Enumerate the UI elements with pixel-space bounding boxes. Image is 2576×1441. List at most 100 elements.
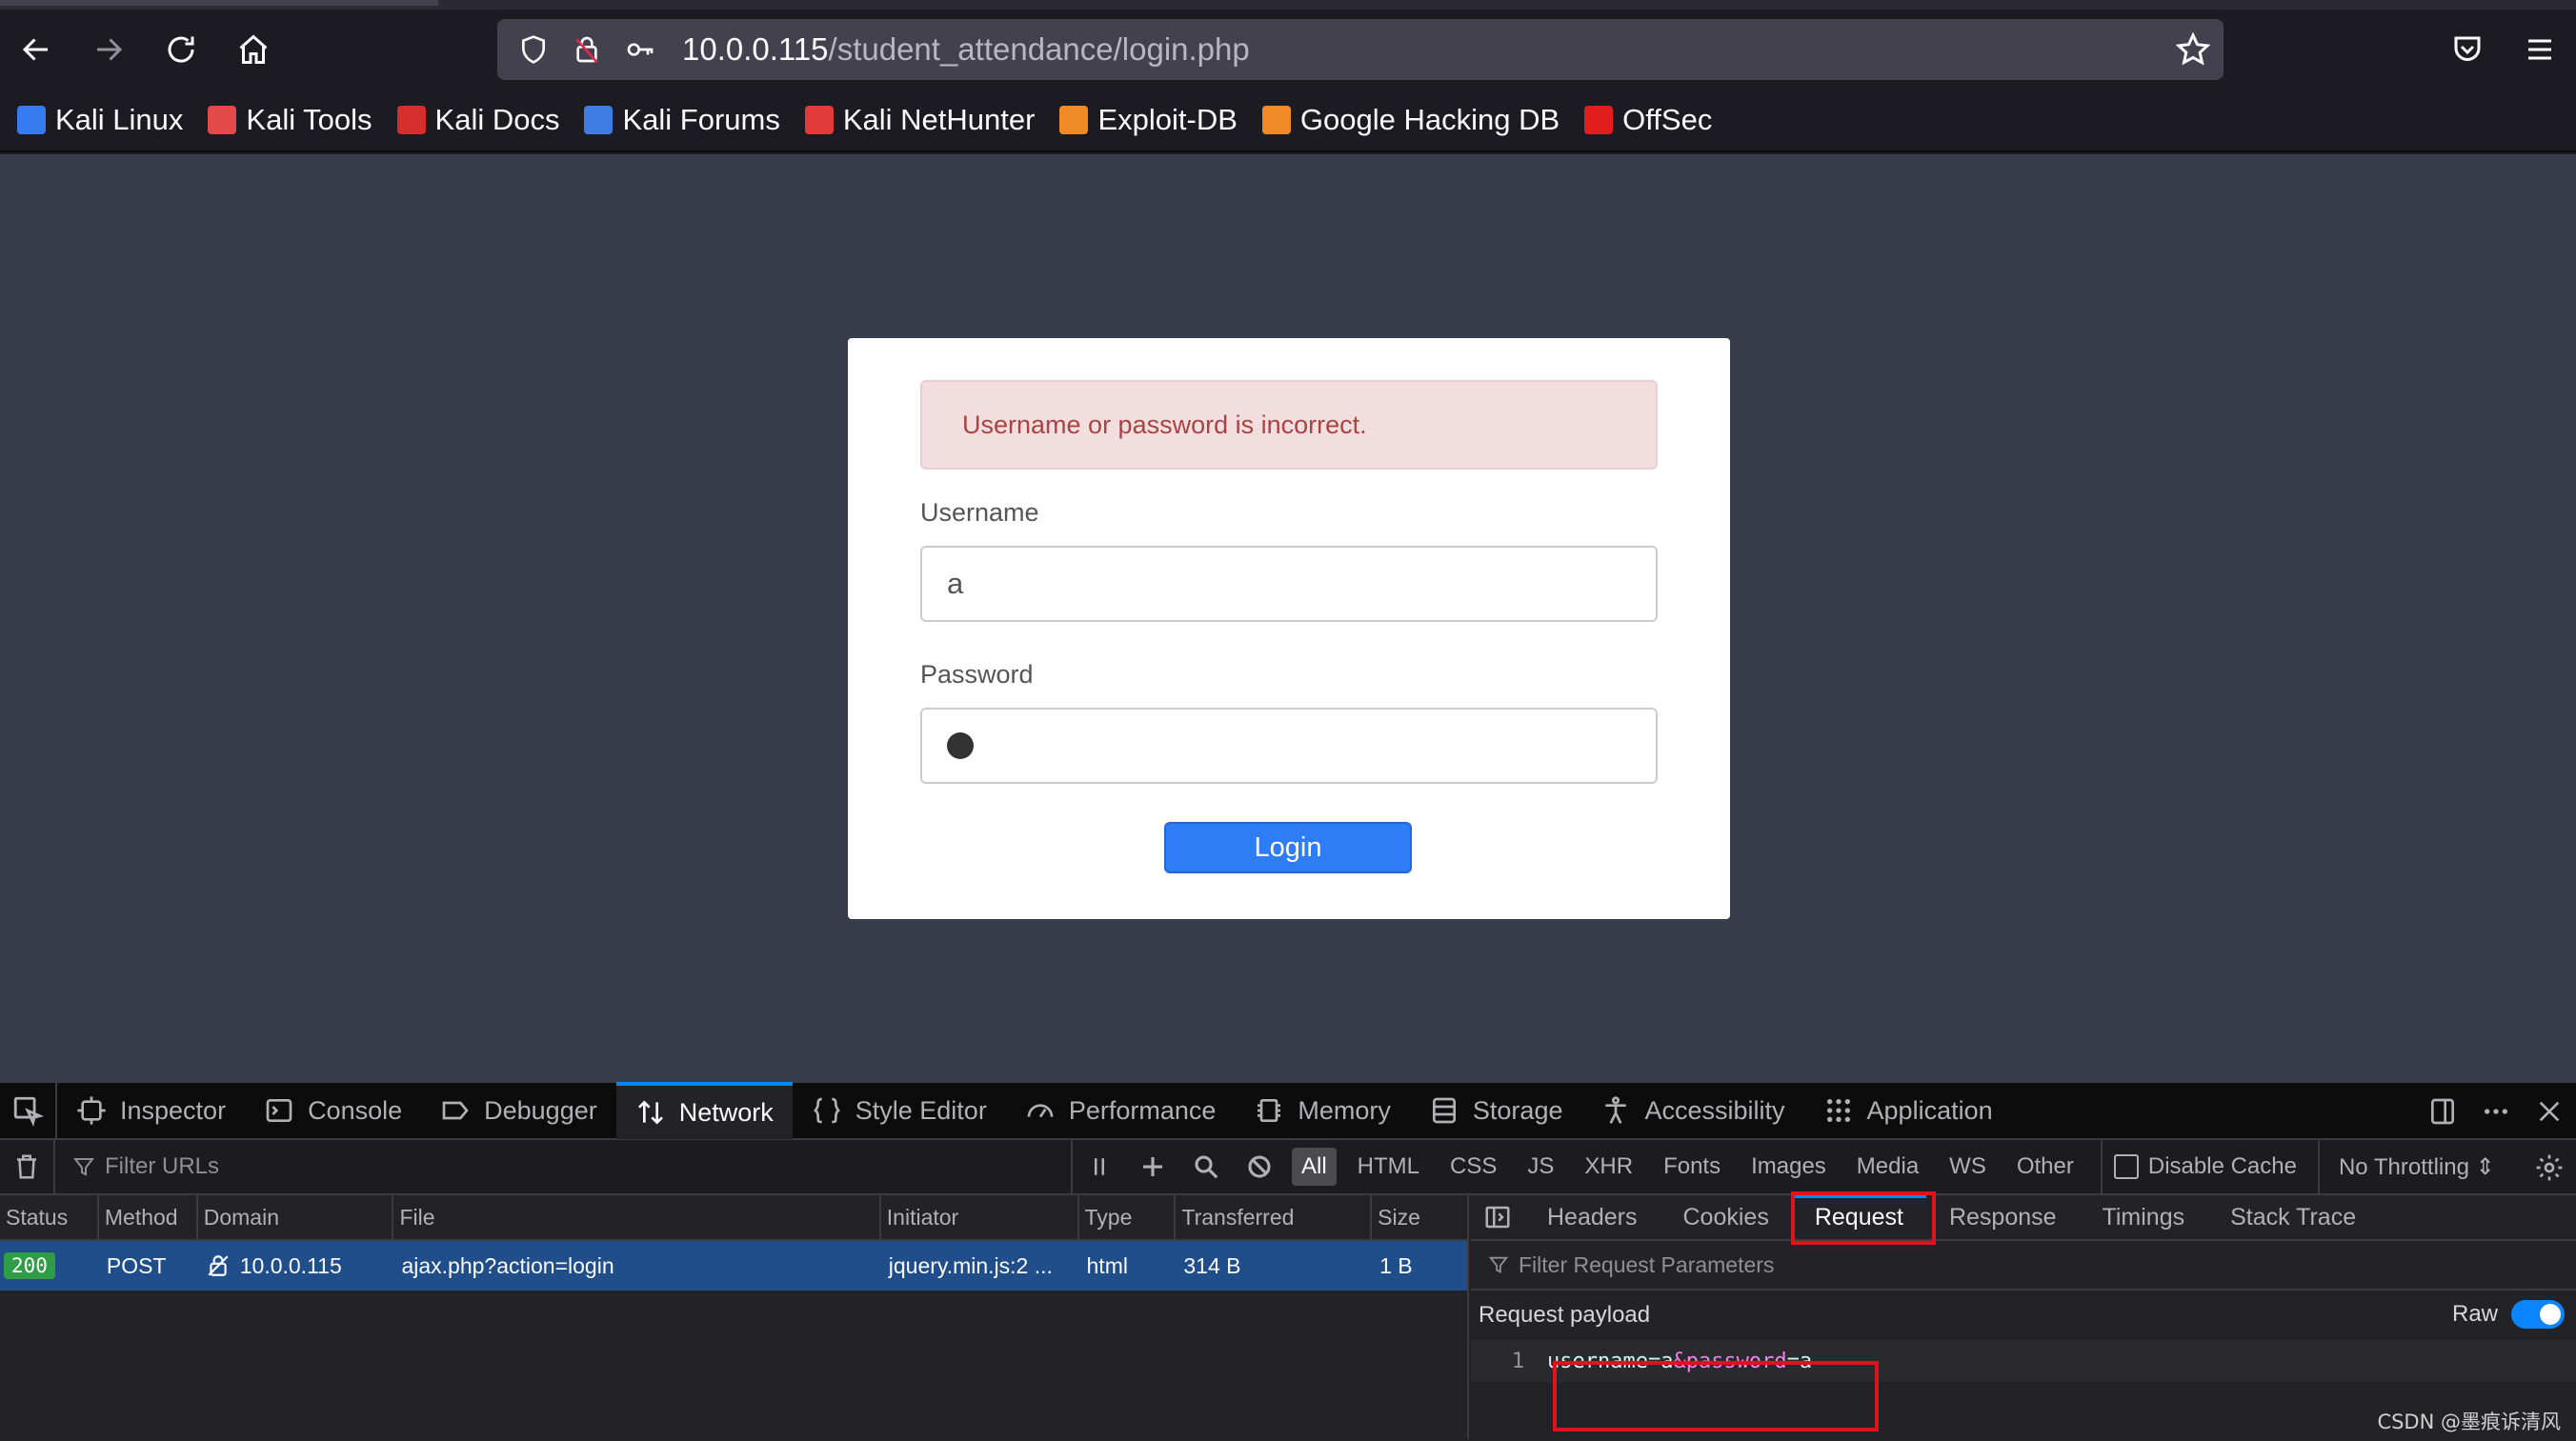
kali-nethunter-icon bbox=[804, 106, 834, 134]
tab-accessibility[interactable]: Accessibility bbox=[1581, 1082, 1803, 1139]
filter-xhr[interactable]: XHR bbox=[1575, 1148, 1642, 1186]
dock-side-button[interactable] bbox=[2416, 1083, 2469, 1140]
bookmark-kali-forums[interactable]: Kali Forums bbox=[584, 103, 780, 137]
col-file[interactable]: File bbox=[393, 1195, 881, 1239]
key-icon[interactable] bbox=[623, 32, 657, 67]
tab-stack-trace[interactable]: Stack Trace bbox=[2207, 1194, 2379, 1240]
active-tab[interactable] bbox=[0, 0, 438, 6]
filter-css[interactable]: CSS bbox=[1440, 1148, 1506, 1186]
close-devtools-button[interactable] bbox=[2523, 1083, 2576, 1140]
filter-ws[interactable]: WS bbox=[1940, 1148, 1996, 1186]
cell-initiator[interactable]: jquery.min.js:2 ... bbox=[881, 1241, 1079, 1291]
add-request-button[interactable] bbox=[1126, 1139, 1179, 1194]
tab-response[interactable]: Response bbox=[1926, 1194, 2080, 1240]
reload-button[interactable] bbox=[145, 10, 217, 90]
tracking-shield-icon[interactable] bbox=[516, 32, 551, 67]
bookmark-exploit-db[interactable]: Exploit-DB bbox=[1059, 103, 1238, 137]
back-button[interactable] bbox=[0, 10, 72, 90]
filter-images[interactable]: Images bbox=[1741, 1148, 1836, 1186]
disable-cache-toggle[interactable]: Disable Cache bbox=[2100, 1139, 2297, 1194]
throttling-select[interactable]: No Throttling ⇕ bbox=[2317, 1139, 2495, 1194]
menu-button[interactable] bbox=[2504, 10, 2576, 90]
col-domain[interactable]: Domain bbox=[198, 1195, 394, 1239]
tab-performance[interactable]: Performance bbox=[1006, 1082, 1236, 1139]
filter-icon bbox=[72, 1158, 95, 1176]
col-type[interactable]: Type bbox=[1079, 1195, 1177, 1239]
tab-label: Debugger bbox=[484, 1095, 597, 1125]
col-initiator[interactable]: Initiator bbox=[881, 1195, 1079, 1239]
filter-fonts[interactable]: Fonts bbox=[1654, 1148, 1730, 1186]
insecure-lock-icon[interactable] bbox=[570, 32, 604, 67]
accessibility-icon bbox=[1600, 1095, 1631, 1126]
exploit-db-icon bbox=[1059, 106, 1089, 134]
kali-docs-icon bbox=[396, 106, 426, 134]
tab-debugger[interactable]: Debugger bbox=[421, 1082, 616, 1139]
url-bar[interactable]: 10.0.0.115/student_attendance/login.php bbox=[497, 19, 2224, 80]
pocket-button[interactable] bbox=[2431, 10, 2504, 90]
disable-cache-checkbox[interactable] bbox=[2113, 1154, 2139, 1179]
devtools-window-controls bbox=[2416, 1083, 2576, 1140]
filter-media[interactable]: Media bbox=[1847, 1148, 1928, 1186]
bookmark-kali-nethunter[interactable]: Kali NetHunter bbox=[804, 103, 1035, 137]
bookmark-label: Exploit-DB bbox=[1097, 103, 1238, 136]
tab-label: Inspector bbox=[120, 1095, 227, 1125]
more-options-button[interactable] bbox=[2469, 1083, 2523, 1140]
forward-button[interactable] bbox=[72, 10, 145, 90]
filter-html[interactable]: HTML bbox=[1348, 1148, 1429, 1186]
pause-icon bbox=[1095, 1158, 1104, 1175]
block-requests-button[interactable] bbox=[1233, 1139, 1286, 1194]
tab-label: Memory bbox=[1298, 1095, 1391, 1125]
tab-headers[interactable]: Headers bbox=[1524, 1194, 1660, 1240]
col-status[interactable]: Status bbox=[0, 1195, 99, 1239]
tab-inspector[interactable]: Inspector bbox=[57, 1082, 245, 1139]
col-transferred[interactable]: Transferred bbox=[1176, 1195, 1373, 1239]
raw-toggle[interactable]: Raw bbox=[2452, 1300, 2565, 1329]
tab-console[interactable]: Console bbox=[245, 1082, 421, 1139]
raw-switch[interactable] bbox=[2511, 1300, 2565, 1329]
username-field[interactable]: a bbox=[920, 546, 1658, 622]
clear-requests-button[interactable] bbox=[0, 1139, 53, 1194]
col-method[interactable]: Method bbox=[99, 1195, 198, 1239]
bookmark-kali-tools[interactable]: Kali Tools bbox=[208, 103, 372, 137]
navigation-bar: 10.0.0.115/student_attendance/login.php bbox=[0, 10, 2576, 90]
tab-request[interactable]: Request bbox=[1791, 1194, 1927, 1240]
tab-label: Accessibility bbox=[1644, 1095, 1785, 1125]
style-editor-icon bbox=[812, 1095, 842, 1126]
tab-timings[interactable]: Timings bbox=[2080, 1194, 2208, 1240]
disable-cache-label: Disable Cache bbox=[2147, 1153, 2297, 1179]
filter-urls-input[interactable]: Filter URLs bbox=[53, 1139, 1073, 1194]
tab-cookies[interactable]: Cookies bbox=[1660, 1194, 1792, 1240]
plus-icon bbox=[1143, 1157, 1162, 1176]
password-field[interactable] bbox=[920, 708, 1658, 784]
tab-style-editor[interactable]: Style Editor bbox=[793, 1082, 1006, 1139]
filter-urls-placeholder: Filter URLs bbox=[105, 1153, 220, 1179]
raw-label: Raw bbox=[2451, 1301, 2498, 1327]
bookmark-google-hacking-db[interactable]: Google Hacking DB bbox=[1261, 103, 1560, 137]
filter-params-input[interactable]: Filter Request Parameters bbox=[1471, 1241, 2576, 1291]
element-picker-button[interactable] bbox=[0, 1082, 57, 1139]
tab-application[interactable]: Application bbox=[1804, 1082, 2012, 1139]
pause-button[interactable] bbox=[1073, 1139, 1126, 1194]
tab-storage[interactable]: Storage bbox=[1410, 1082, 1582, 1139]
bookmark-star-icon[interactable] bbox=[2175, 31, 2211, 67]
filter-js[interactable]: JS bbox=[1518, 1148, 1563, 1186]
bookmark-offsec[interactable]: OffSec bbox=[1584, 103, 1712, 137]
home-button[interactable] bbox=[217, 10, 290, 90]
url-text[interactable]: 10.0.0.115/student_attendance/login.php bbox=[682, 31, 1250, 68]
filter-all[interactable]: All bbox=[1292, 1148, 1337, 1186]
line-number: 1 bbox=[1511, 1349, 1524, 1373]
login-button[interactable]: Login bbox=[1164, 822, 1412, 873]
filter-other[interactable]: Other bbox=[2007, 1148, 2083, 1186]
table-row[interactable]: 200 POST 10.0.0.115 ajax.php?action=logi… bbox=[0, 1241, 1467, 1291]
payload-password-key: &password bbox=[1673, 1349, 1787, 1373]
bookmark-kali-docs[interactable]: Kali Docs bbox=[396, 103, 559, 137]
tab-memory[interactable]: Memory bbox=[1235, 1082, 1410, 1139]
tab-network[interactable]: Network bbox=[615, 1082, 793, 1139]
bookmark-kali-linux[interactable]: Kali Linux bbox=[17, 103, 183, 137]
network-settings-button[interactable] bbox=[2523, 1140, 2576, 1195]
status-badge: 200 bbox=[4, 1252, 55, 1279]
tab-label: Network bbox=[678, 1097, 774, 1127]
col-size[interactable]: Size bbox=[1372, 1195, 1467, 1239]
search-button[interactable] bbox=[1179, 1139, 1233, 1194]
toggle-sidebar-button[interactable] bbox=[1471, 1194, 1524, 1240]
